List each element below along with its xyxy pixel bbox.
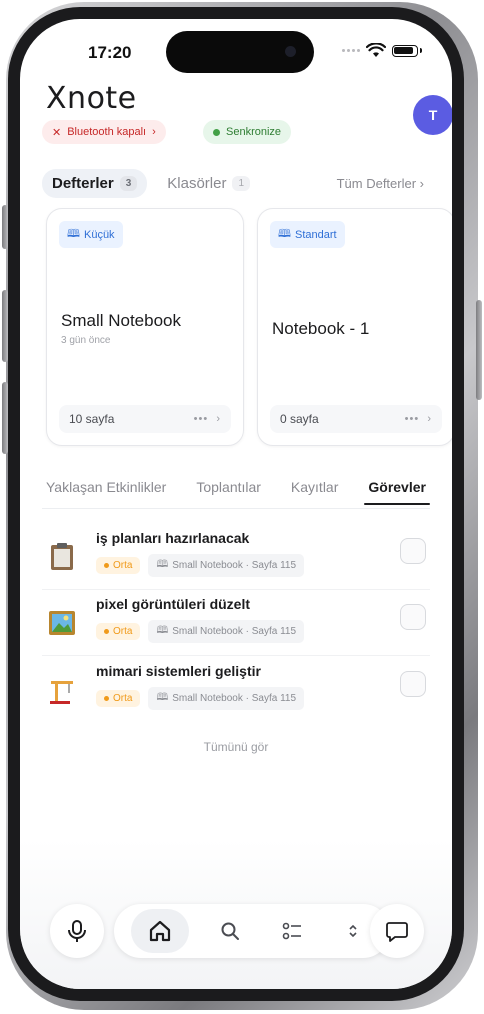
notebook-type-label: Küçük	[83, 228, 115, 241]
task-location: 🕮 Small Notebook · Sayfa 115	[148, 554, 305, 577]
sync-dot-icon	[213, 128, 220, 136]
task-title: iş planları hazırlanacak	[96, 530, 250, 546]
task-list-icon	[282, 922, 301, 940]
notebook-card[interactable]: 🕮 Standart Notebook - 1 0 sayfa ••• ›	[257, 208, 452, 446]
all-notebooks-link[interactable]: Tüm Defterler ›	[337, 176, 424, 191]
task-row[interactable]: mimari sistemleri geliştir Orta 🕮 Small N…	[42, 659, 430, 723]
notebook-type-label: Standart	[294, 228, 337, 241]
nav-home-button[interactable]	[130, 909, 189, 953]
nav-expand-button[interactable]	[333, 911, 373, 951]
priority-label: Orta	[113, 626, 133, 637]
notebook-type-tag: 🕮 Küçük	[59, 221, 123, 248]
task-checkbox[interactable]	[400, 538, 426, 564]
nav-tasks-button[interactable]	[272, 911, 312, 951]
notebook-title: Small Notebook	[61, 311, 182, 330]
task-meta: Orta 🕮 Small Notebook · Sayfa 115	[96, 554, 305, 577]
task-meta: Orta 🕮 Small Notebook · Sayfa 115	[96, 620, 305, 643]
task-location-label: Small Notebook · Sayfa 115	[172, 626, 297, 637]
chat-bubble-icon	[386, 922, 408, 942]
priority-badge: Orta	[96, 623, 141, 640]
picture-icon	[49, 611, 75, 635]
book-icon: 🕮	[67, 228, 80, 240]
tab-upcoming-events[interactable]: Yaklaşan Etkinlikler	[46, 479, 166, 495]
microphone-button[interactable]	[50, 904, 104, 958]
bottom-nav	[114, 904, 390, 958]
tab-meetings[interactable]: Toplantılar	[196, 479, 261, 495]
task-checkbox[interactable]	[400, 671, 426, 697]
tab-recordings[interactable]: Kayıtlar	[291, 479, 338, 495]
book-icon: 🕮	[156, 559, 169, 570]
book-icon: 🕮	[278, 228, 291, 240]
notebook-page-count: 10 sayfa	[69, 412, 115, 426]
power-button	[476, 300, 482, 400]
bluetooth-off-icon: ✕	[52, 126, 62, 139]
microphone-icon	[68, 920, 86, 942]
app-content: Xnote T ✕ Bluetooth kapalı › Senkronize …	[20, 19, 452, 989]
app-logo: Xnote	[46, 81, 137, 116]
sync-status-pill: Senkronize	[203, 120, 292, 144]
notebook-card[interactable]: 🕮 Küçük Small Notebook 3 gün önce 10 say…	[46, 208, 244, 446]
bluetooth-status-label: Bluetooth kapalı	[67, 126, 147, 138]
notebook-type-tag: 🕮 Standart	[270, 221, 345, 248]
notebook-title: Notebook - 1	[272, 319, 370, 338]
see-all-link[interactable]: Tümünü gör	[20, 740, 452, 754]
task-row[interactable]: iş planları hazırlanacak Orta 🕮 Small Not…	[42, 526, 430, 590]
notebook-subtitle: 3 gün önce	[61, 335, 111, 346]
tab-notebooks-label: Defterler	[52, 175, 114, 192]
task-row[interactable]: pixel görüntüleri düzelt Orta 🕮 Small Not…	[42, 592, 430, 656]
task-location: 🕮 Small Notebook · Sayfa 115	[148, 620, 305, 643]
task-title: mimari sistemleri geliştir	[96, 663, 261, 679]
notebooks-count-badge: 3	[119, 176, 138, 191]
priority-badge: Orta	[96, 557, 141, 574]
book-icon: 🕮	[156, 692, 169, 703]
clipboard-icon	[51, 543, 73, 570]
notebook-page-count: 0 sayfa	[280, 412, 319, 426]
tab-folders-label: Klasörler	[167, 175, 227, 192]
crane-icon	[50, 681, 73, 704]
folders-count-badge: 1	[232, 176, 251, 191]
search-icon	[221, 922, 240, 940]
chat-button[interactable]	[370, 904, 424, 958]
task-location-label: Small Notebook · Sayfa 115	[172, 693, 297, 704]
activity-segments: Yaklaşan Etkinlikler Toplantılar Kayıtla…	[46, 479, 430, 505]
priority-label: Orta	[113, 693, 133, 704]
sync-status-label: Senkronize	[226, 126, 282, 138]
task-location: 🕮 Small Notebook · Sayfa 115	[148, 687, 305, 710]
tab-folders[interactable]: Klasörler 1	[157, 169, 260, 198]
task-location-label: Small Notebook · Sayfa 115	[172, 560, 297, 571]
task-checkbox[interactable]	[400, 604, 426, 630]
notebook-footer: 0 sayfa ••• ›	[270, 405, 442, 433]
home-icon	[149, 920, 170, 942]
priority-badge: Orta	[96, 690, 141, 707]
task-meta: Orta 🕮 Small Notebook · Sayfa 115	[96, 687, 305, 710]
notebook-footer: 10 sayfa ••• ›	[59, 405, 231, 433]
avatar[interactable]: T	[413, 95, 452, 135]
segment-divider	[42, 508, 430, 509]
tab-tasks[interactable]: Görevler	[364, 479, 430, 505]
chevron-right-icon: ›	[152, 126, 156, 138]
chevron-up-down-icon	[349, 924, 357, 938]
priority-label: Orta	[113, 560, 133, 571]
more-options-icon[interactable]: ••• ›	[405, 413, 432, 425]
bluetooth-status-pill[interactable]: ✕ Bluetooth kapalı ›	[42, 120, 166, 144]
book-icon: 🕮	[156, 625, 169, 636]
more-options-icon[interactable]: ••• ›	[194, 413, 221, 425]
task-title: pixel görüntüleri düzelt	[96, 596, 251, 612]
library-tabs: Defterler 3 Klasörler 1	[42, 169, 260, 198]
tab-notebooks[interactable]: Defterler 3	[42, 169, 148, 198]
nav-search-button[interactable]	[210, 911, 250, 951]
